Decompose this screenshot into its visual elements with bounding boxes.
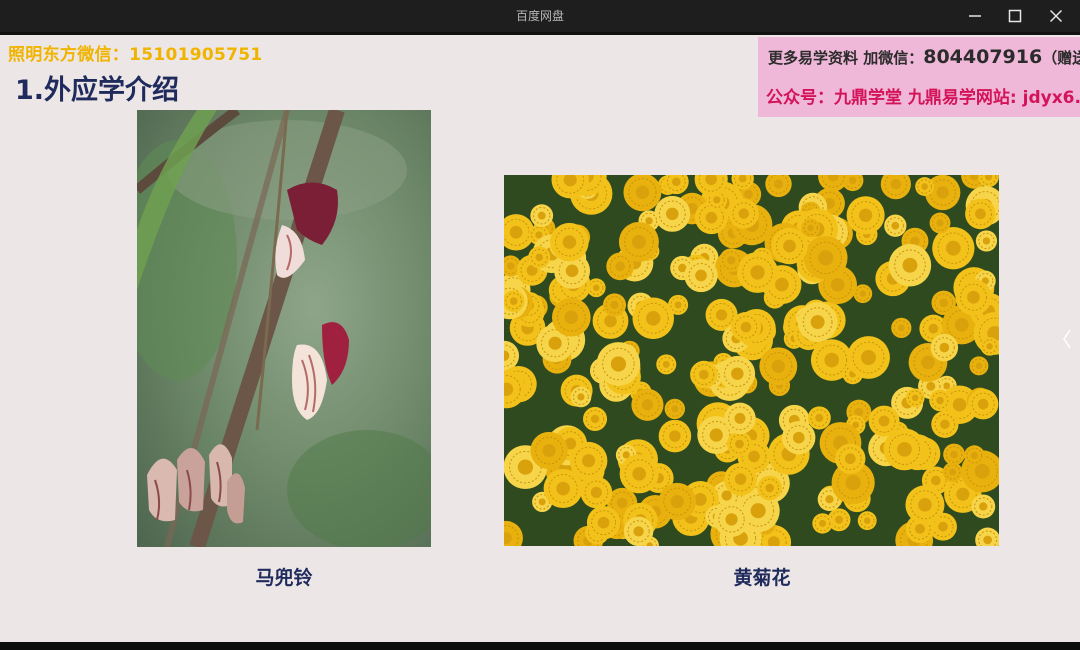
promo-line-1: 更多易学资料 加微信：804407916（赠送资料） [768, 46, 1080, 68]
next-slide-button[interactable] [1058, 325, 1076, 353]
close-button[interactable] [1036, 0, 1076, 32]
slide-title: 1.外应学介绍 [15, 75, 180, 106]
maximize-icon [1008, 9, 1022, 23]
window-title: 百度网盘 [515, 9, 564, 23]
close-icon [1049, 9, 1063, 23]
caption-plant: 马兜铃 [255, 567, 313, 589]
promo-suffix: （赠送资料） [1042, 49, 1080, 67]
caption-chrysanthemum: 黄菊花 [733, 567, 791, 589]
chevron-left-icon [1063, 329, 1071, 349]
contact-text: 照明东方微信：15101905751 [8, 45, 263, 65]
promo-banner: 更多易学资料 加微信：804407916（赠送资料） 公众号：九鼎学堂 九鼎易学… [758, 37, 1080, 117]
minimize-button[interactable] [955, 0, 995, 32]
chrysanthemum-photo [504, 175, 999, 546]
promo-line-2: 公众号：九鼎学堂 九鼎易学网站: jdyx6.com [766, 88, 1080, 108]
minimize-icon [969, 15, 981, 17]
slide-viewer: 照明东方微信：15101905751 1.外应学介绍 更多易学资料 加微信：80… [0, 35, 1080, 642]
window-titlebar[interactable]: 百度网盘 [0, 0, 1080, 32]
maximize-button[interactable] [995, 0, 1035, 32]
bottom-bar [0, 642, 1080, 650]
promo-wechat-number: 804407916 [923, 46, 1043, 68]
promo-prefix: 更多易学资料 加微信： [768, 49, 924, 67]
plant-photo [137, 110, 431, 547]
